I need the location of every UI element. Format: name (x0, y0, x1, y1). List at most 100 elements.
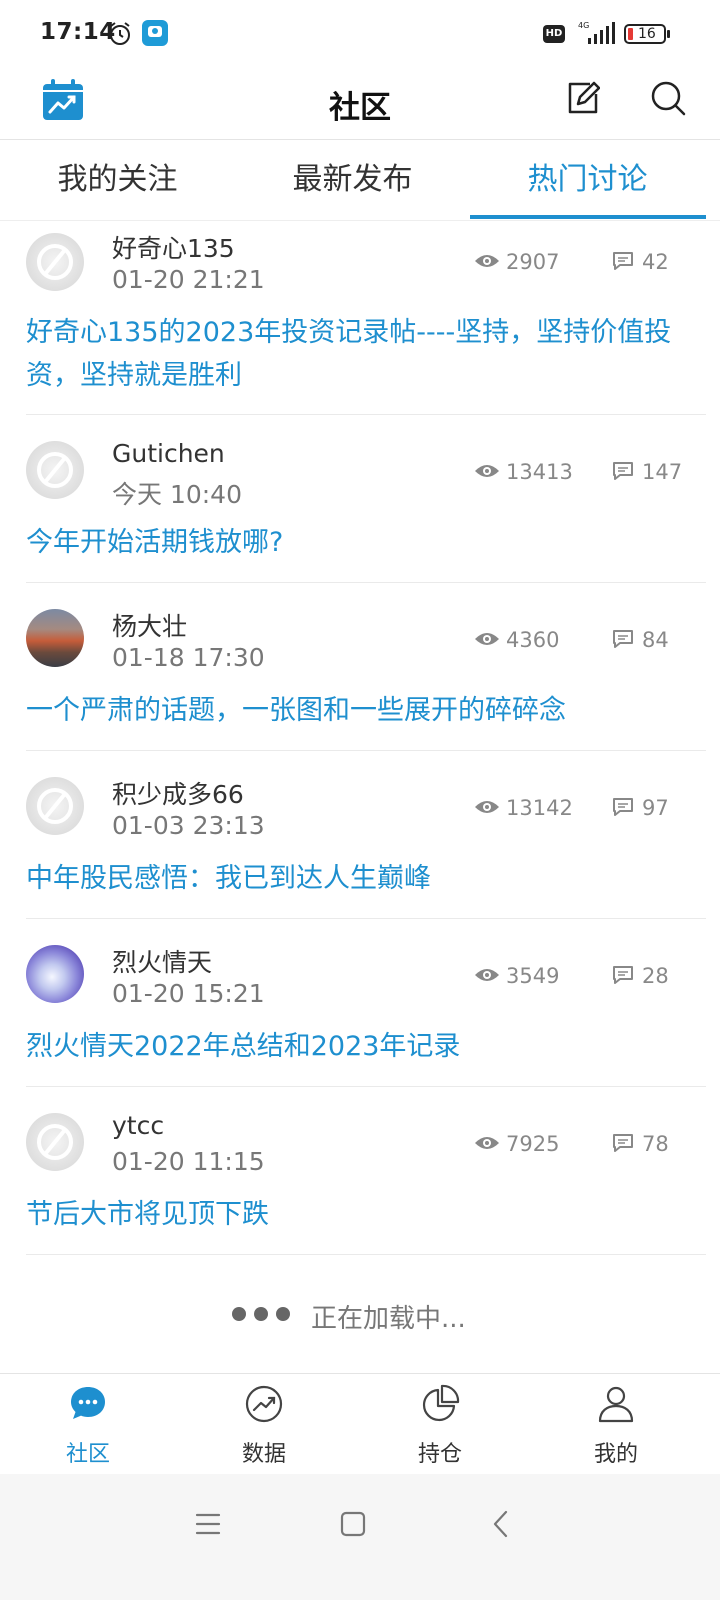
eye-icon (475, 255, 499, 267)
alarm-icon (110, 22, 130, 45)
view-count: 3549 (474, 963, 559, 989)
nav-data[interactable]: 数据 (176, 1374, 352, 1474)
view-count-value: 3549 (506, 964, 560, 988)
divider (26, 750, 706, 751)
divider (26, 414, 706, 415)
app-notification-icon (142, 20, 168, 46)
divider (26, 1086, 706, 1087)
eye-icon (475, 801, 499, 813)
avatar[interactable] (26, 1113, 84, 1171)
comment-count-value: 84 (642, 628, 669, 652)
comment-icon (613, 966, 633, 984)
comment-icon (613, 1134, 633, 1152)
battery-level: 16 (638, 26, 656, 42)
comment-count: 147 (612, 459, 682, 485)
view-count: 7925 (474, 1131, 559, 1157)
nav-holdings[interactable]: 持仓 (352, 1374, 528, 1474)
home-icon[interactable] (335, 1506, 371, 1542)
post-title[interactable]: 节后大市将见顶下跌 (26, 1193, 696, 1236)
comment-count-value: 78 (642, 1132, 669, 1156)
eye-icon (475, 1137, 499, 1149)
post-time: 01-18 17:30 (112, 643, 265, 672)
comment-count-value: 97 (642, 796, 669, 820)
comment-count: 78 (612, 1131, 669, 1157)
comment-icon (613, 252, 633, 270)
loading-text: 正在加载中... (311, 1304, 466, 1334)
post-title[interactable]: 好奇心135的2023年投资记录帖----坚持，坚持价值投资，坚持就是胜利 (26, 311, 696, 397)
comment-icon (613, 462, 633, 480)
signal-icon: 4G (578, 21, 615, 44)
post-title[interactable]: 今年开始活期钱放哪? (26, 521, 696, 564)
view-count-value: 7925 (506, 1132, 560, 1156)
eye-icon (475, 633, 499, 645)
loading-dot (254, 1307, 268, 1321)
divider (26, 918, 706, 919)
bottom-nav: 社区 数据 持仓 我的 (0, 1373, 720, 1473)
avatar[interactable] (26, 441, 84, 499)
status-time: 17:14 (40, 19, 116, 45)
post-time: 01-03 23:13 (112, 811, 265, 840)
avatar[interactable] (26, 945, 84, 1003)
eye-icon (475, 969, 499, 981)
comment-count: 42 (612, 249, 669, 275)
comment-count: 84 (612, 627, 669, 653)
view-count-value: 4360 (506, 628, 560, 652)
tab-latest[interactable]: 最新发布 (235, 141, 470, 221)
post-title[interactable]: 中年股民感悟：我已到达人生巅峰 (26, 857, 696, 900)
nav-community[interactable]: 社区 (0, 1374, 176, 1474)
comment-icon (613, 798, 633, 816)
pie-chart-icon (422, 1384, 460, 1422)
back-icon[interactable] (484, 1506, 520, 1542)
comment-count-value: 147 (642, 460, 683, 484)
loading-dot (276, 1307, 290, 1321)
nav-label: 我的 (593, 1442, 638, 1467)
divider (26, 1254, 706, 1255)
user-icon (598, 1386, 634, 1423)
view-count: 13413 (474, 459, 573, 485)
avatar[interactable] (26, 777, 84, 835)
post-username[interactable]: ytcc (112, 1111, 164, 1140)
search-icon[interactable] (650, 80, 686, 116)
eye-icon (475, 465, 499, 477)
nav-label: 持仓 (417, 1442, 462, 1467)
comment-icon (613, 630, 633, 648)
post-username[interactable]: 烈火情天 (112, 943, 212, 979)
hd-icon: HD (543, 25, 565, 43)
tab-bar: 我的关注 最新发布 热门讨论 (0, 141, 720, 221)
view-count-value: 13413 (506, 460, 573, 484)
nav-profile[interactable]: 我的 (528, 1374, 704, 1474)
post-username[interactable]: 好奇心135 (112, 229, 235, 265)
post-username[interactable]: Gutichen (112, 439, 225, 468)
view-count-value: 2907 (506, 250, 560, 274)
divider (26, 582, 706, 583)
nav-label: 数据 (241, 1442, 286, 1467)
view-count: 2907 (474, 249, 559, 275)
comment-count-value: 42 (642, 250, 669, 274)
app-header: 社区 (0, 68, 720, 140)
nav-label: 社区 (65, 1442, 110, 1467)
comment-count-value: 28 (642, 964, 669, 988)
menu-icon[interactable] (190, 1506, 226, 1542)
tab-hot-discussion[interactable]: 热门讨论 (470, 141, 705, 221)
post-title[interactable]: 一个严肃的话题，一张图和一些展开的碎碎念 (26, 689, 696, 732)
post-username[interactable]: 积少成多66 (112, 775, 244, 811)
avatar[interactable] (26, 233, 84, 291)
post-title[interactable]: 烈火情天2022年总结和2023年记录 (26, 1025, 696, 1068)
post-time: 今天 10:40 (112, 480, 242, 509)
loading-dot (232, 1307, 246, 1321)
post-time: 01-20 15:21 (112, 979, 265, 1008)
page-title: 社区 (329, 90, 391, 126)
loading-indicator: 正在加载中... (0, 1290, 720, 1340)
tab-following[interactable]: 我的关注 (0, 141, 235, 221)
avatar[interactable] (26, 609, 84, 667)
trend-chart-icon (245, 1385, 283, 1423)
post-username[interactable]: 杨大壮 (112, 607, 187, 643)
view-count-value: 13142 (506, 796, 573, 820)
view-count: 4360 (474, 627, 559, 653)
system-navigation-bar (0, 1474, 720, 1600)
svg-text:4G: 4G (578, 21, 589, 30)
comment-count: 97 (612, 795, 669, 821)
view-count: 13142 (474, 795, 573, 821)
edit-icon[interactable] (566, 80, 600, 116)
status-bar: 17:14 HD 4G 16 (0, 0, 720, 68)
